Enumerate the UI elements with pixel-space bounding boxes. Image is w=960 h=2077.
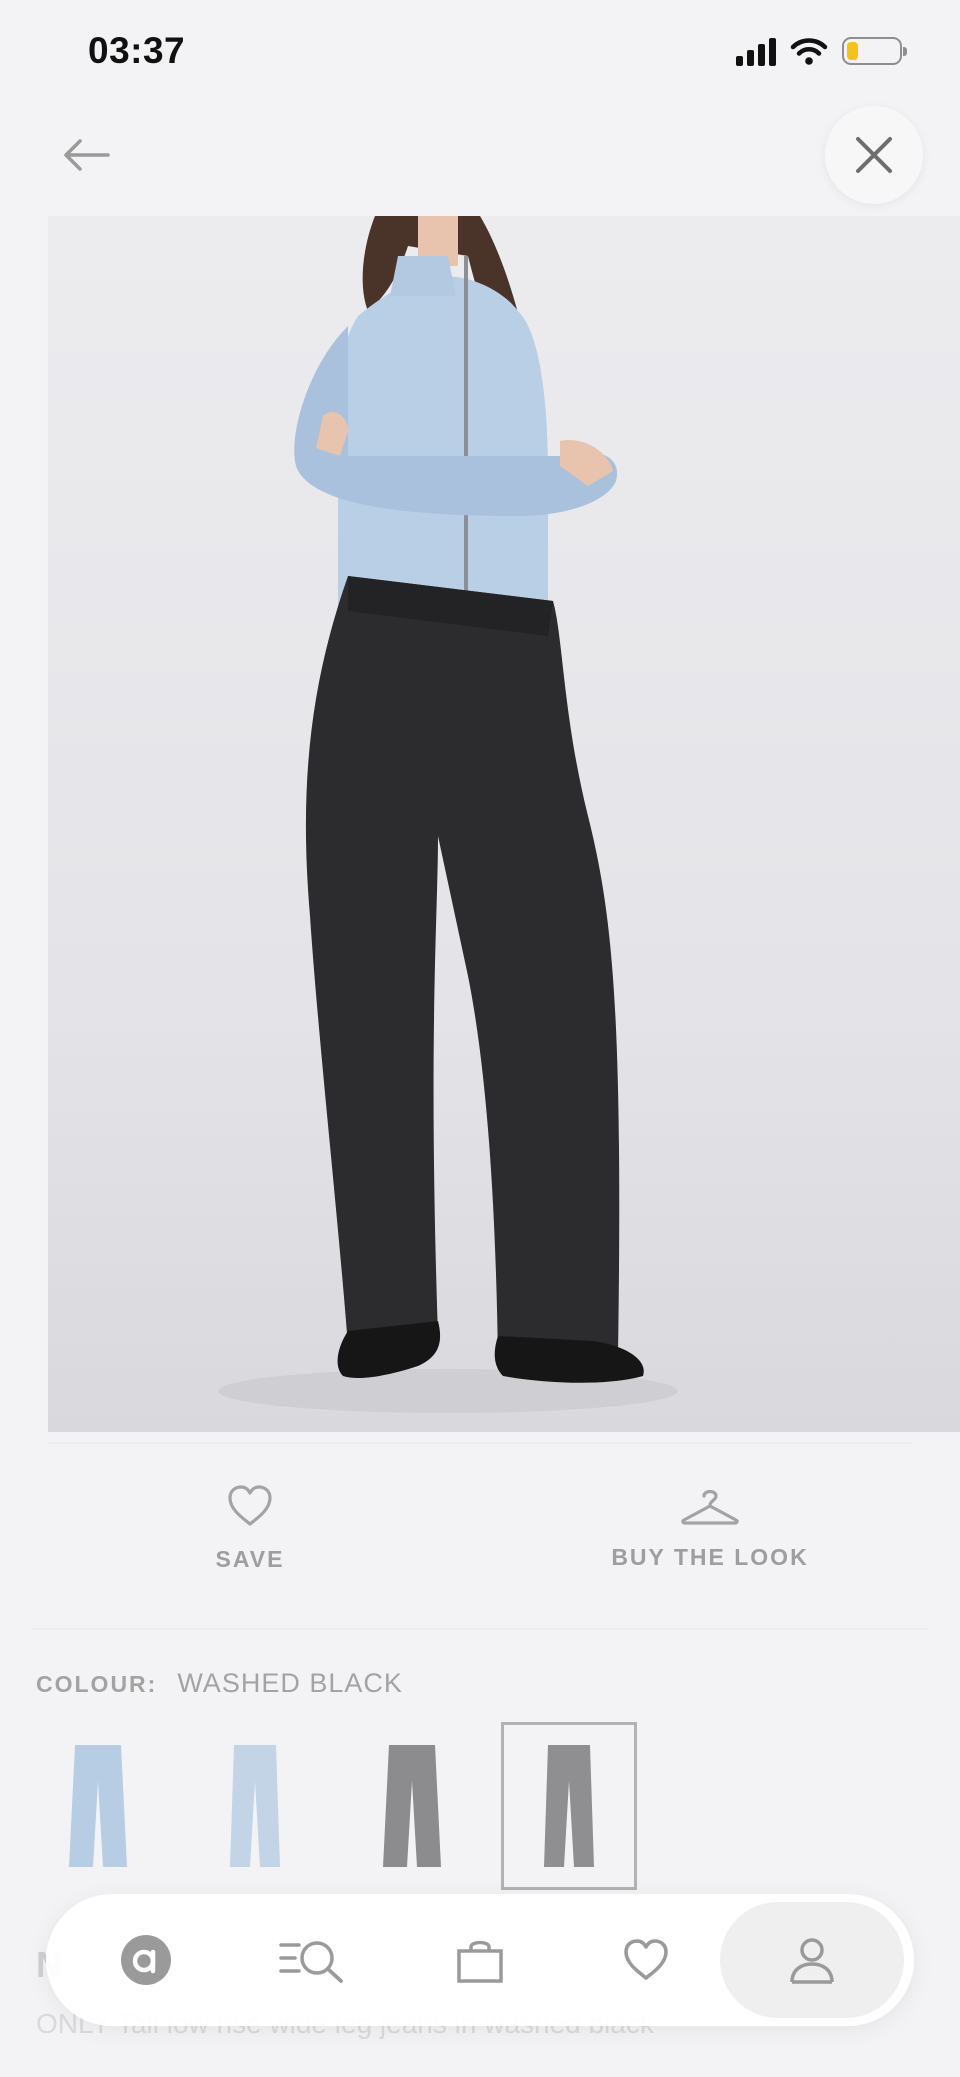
back-button[interactable] xyxy=(58,130,114,180)
colour-swatch-light-blue[interactable] xyxy=(30,1722,166,1890)
heart-icon xyxy=(624,1939,668,1980)
divider xyxy=(32,1628,928,1630)
tab-account[interactable] xyxy=(720,1902,904,2018)
status-time: 03:37 xyxy=(88,30,186,71)
save-label: SAVE xyxy=(215,1546,285,1572)
close-button[interactable] xyxy=(825,106,923,204)
bottom-tab-bar xyxy=(46,1894,914,2026)
wifi-icon xyxy=(790,38,828,65)
battery-icon xyxy=(842,37,907,65)
colour-row: COLOUR: WASHED BLACK xyxy=(36,1668,403,1699)
tab-search[interactable] xyxy=(262,1894,362,2026)
tab-bag[interactable] xyxy=(430,1894,530,2026)
jeans-thumbnail-icon xyxy=(544,1745,594,1867)
signal-icon xyxy=(736,36,776,66)
colour-value: WASHED BLACK xyxy=(177,1668,403,1698)
save-button[interactable]: SAVE xyxy=(200,1484,300,1573)
heart-icon xyxy=(228,1485,272,1526)
colour-swatch-pale-blue[interactable] xyxy=(187,1722,323,1890)
asos-logo-icon xyxy=(121,1935,171,1985)
colour-swatch-washed-black[interactable] xyxy=(501,1722,637,1890)
arrow-left-icon xyxy=(64,139,110,171)
colour-key: COLOUR: xyxy=(36,1671,158,1697)
jeans-thumbnail-icon xyxy=(69,1745,127,1867)
search-icon xyxy=(279,1941,343,1983)
status-icons xyxy=(736,36,907,66)
tab-saved[interactable] xyxy=(596,1894,696,2026)
user-icon xyxy=(790,1938,834,1984)
product-photo xyxy=(218,216,678,1413)
tab-home[interactable] xyxy=(96,1894,196,2026)
close-icon xyxy=(856,137,892,173)
divider xyxy=(48,1442,912,1444)
status-bar: 03:37 xyxy=(0,0,960,105)
product-image[interactable] xyxy=(48,216,960,1432)
jeans-thumbnail-icon xyxy=(383,1745,441,1867)
jeans-thumbnail-icon xyxy=(230,1745,280,1867)
hanger-icon xyxy=(681,1489,739,1525)
buy-the-look-button[interactable]: BUY THE LOOK xyxy=(590,1486,830,1571)
buy-the-look-label: BUY THE LOOK xyxy=(611,1544,809,1570)
bag-icon xyxy=(457,1940,503,1983)
colour-swatch-grey[interactable] xyxy=(344,1722,480,1890)
